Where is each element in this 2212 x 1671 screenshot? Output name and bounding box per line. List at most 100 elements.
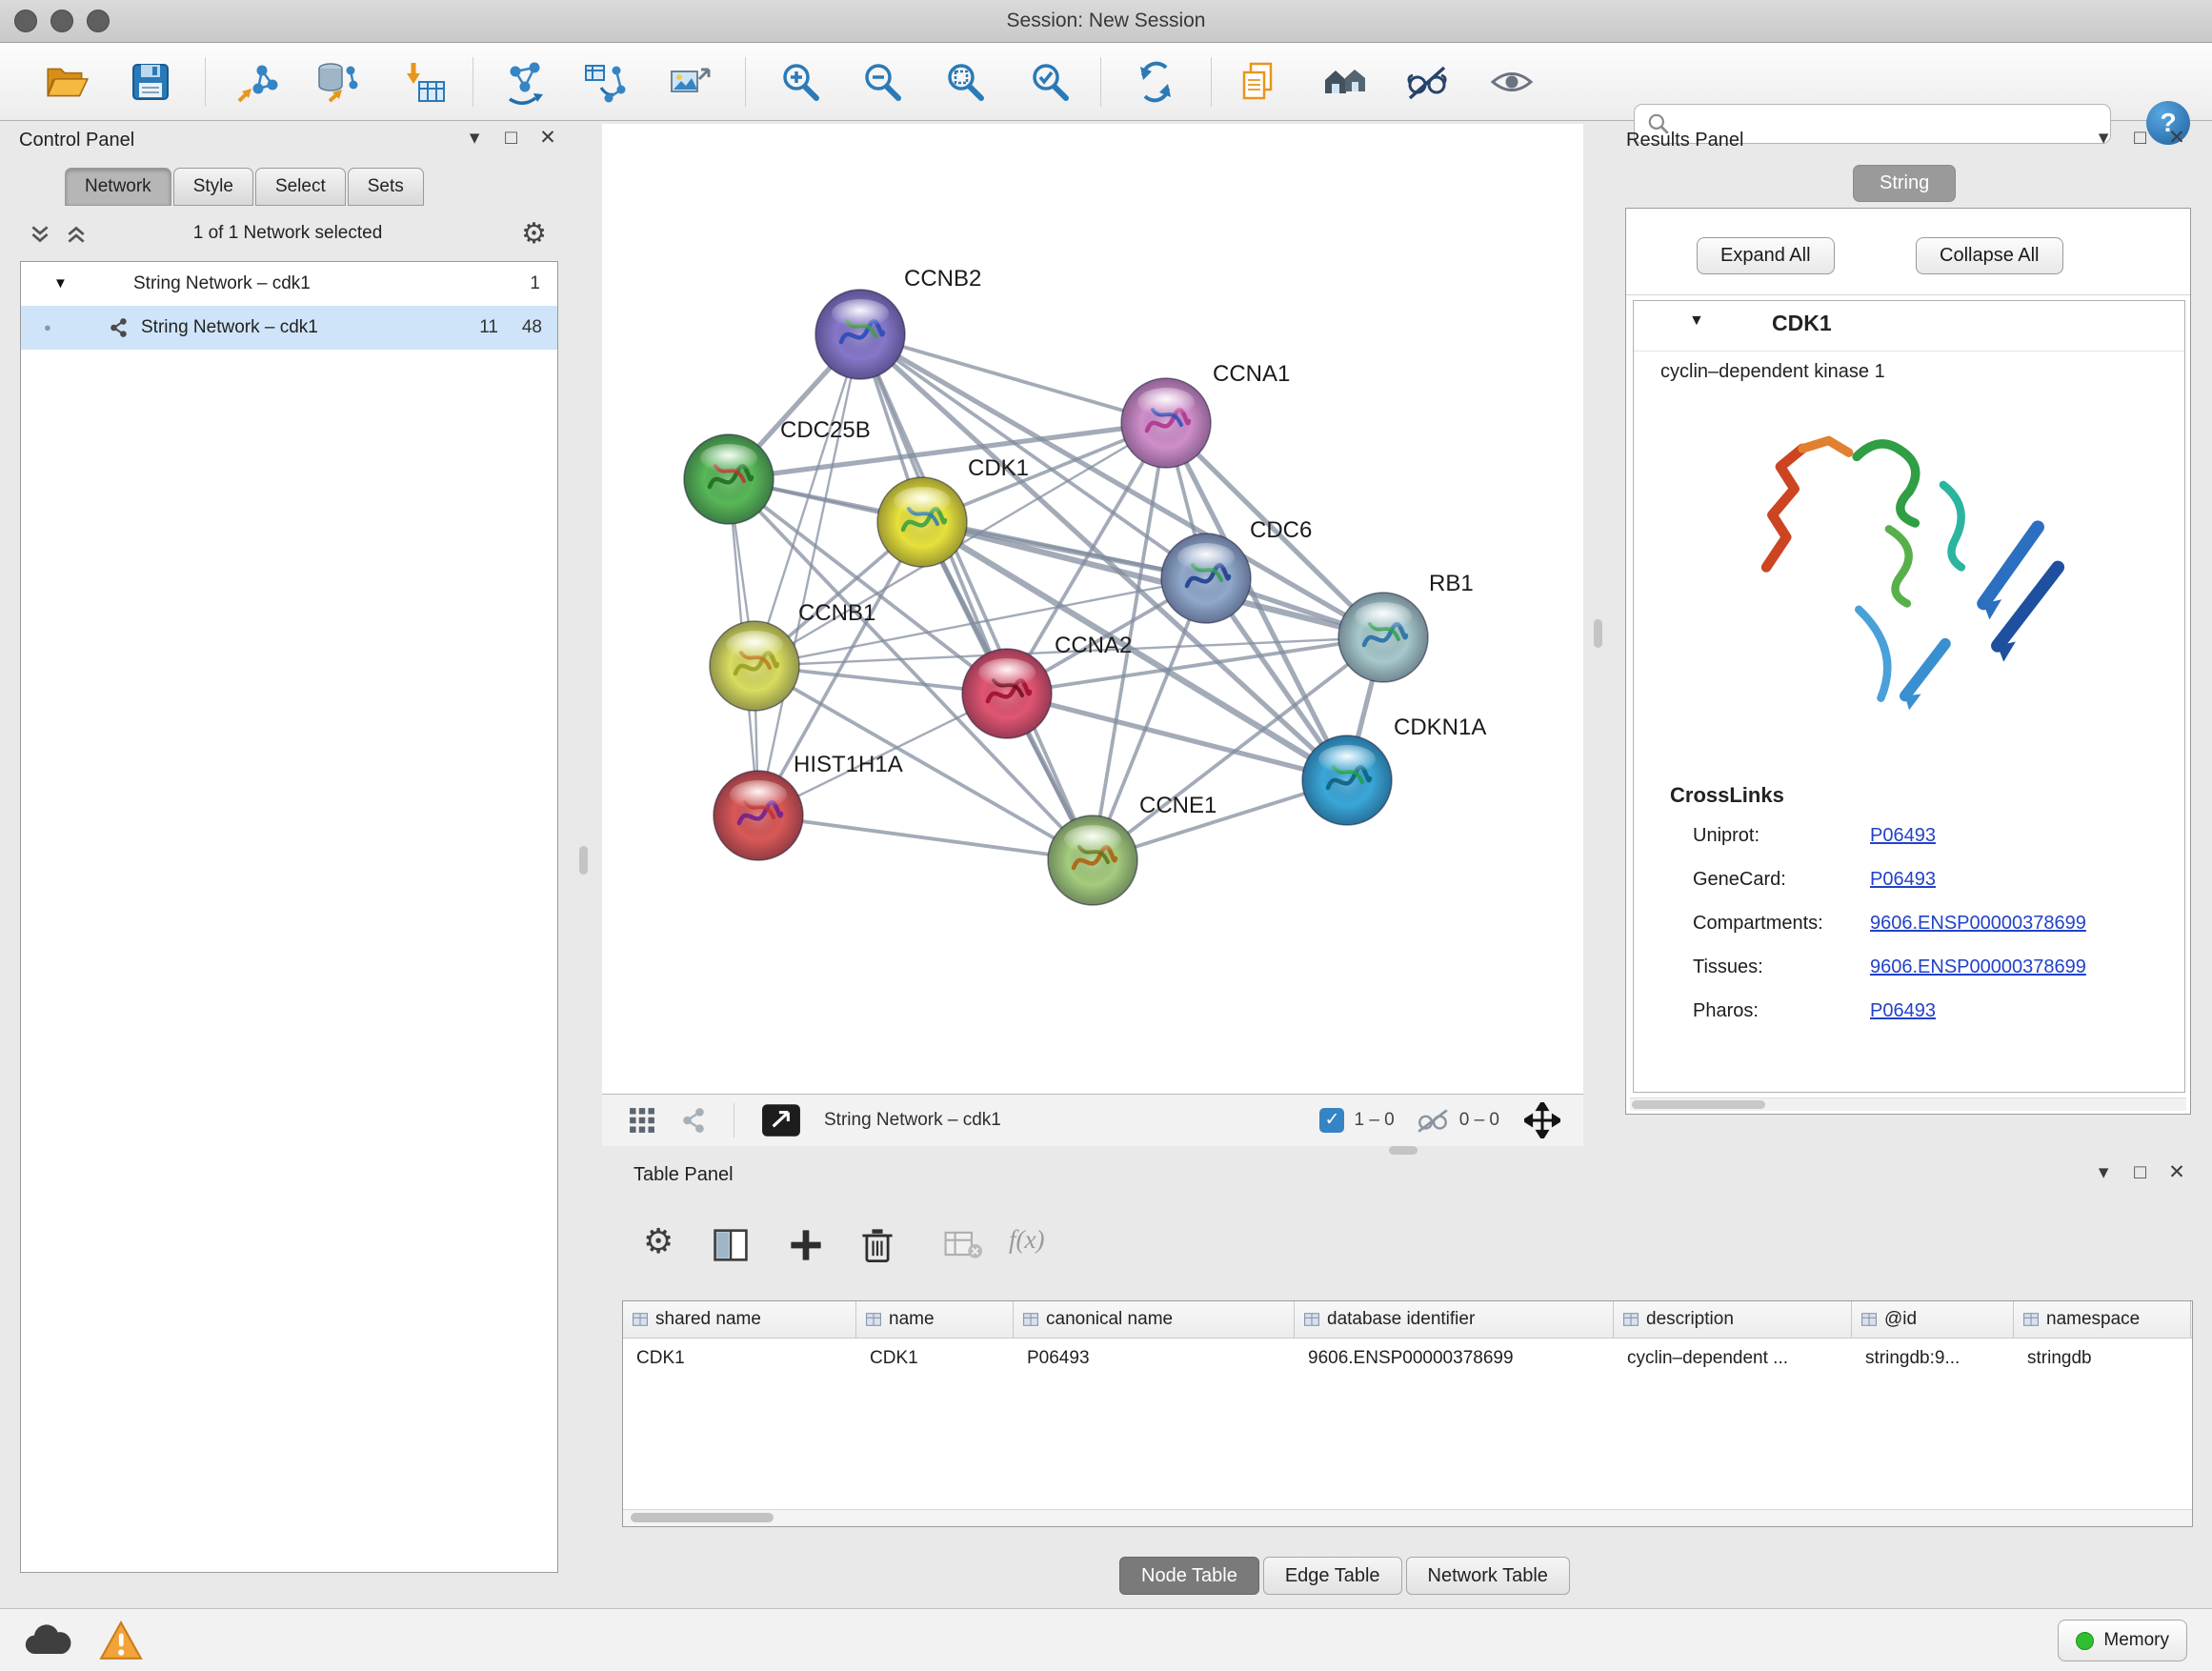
scrollbar-thumb[interactable] (631, 1513, 774, 1522)
splitter-handle[interactable] (1389, 1146, 1418, 1155)
splitter-handle[interactable] (1594, 619, 1602, 648)
panel-close-icon[interactable]: ✕ (532, 126, 564, 150)
table-cell[interactable]: 9606.ENSP00000378699 (1295, 1339, 1614, 1379)
tab-sets[interactable]: Sets (348, 168, 424, 206)
home-networks-icon[interactable] (1318, 55, 1372, 109)
network-edge[interactable] (860, 334, 1093, 860)
network-row-selected[interactable]: ● String Network – cdk1 11 48 (21, 306, 557, 350)
panel-close-icon[interactable]: ✕ (2161, 126, 2193, 150)
expand-all-button[interactable]: Expand All (1697, 237, 1835, 274)
external-view-icon[interactable] (761, 1103, 801, 1137)
zoom-out-icon[interactable] (855, 55, 909, 109)
table-cell[interactable]: stringdb:9... (1852, 1339, 2014, 1379)
string-results-box: Expand All Collapse All ▼ CDK1 cyclin–de… (1625, 208, 2191, 1115)
panel-float-icon[interactable]: □ (495, 127, 528, 150)
column-header-namespace[interactable]: namespace (2014, 1301, 2191, 1338)
main-toolbar: ? (0, 43, 2212, 121)
network-node-CCNE1[interactable] (1048, 815, 1137, 905)
table-cell[interactable]: CDK1 (623, 1339, 856, 1379)
column-header-database-identifier[interactable]: database identifier (1295, 1301, 1614, 1338)
selected-checkbox-icon[interactable]: ✓ (1319, 1108, 1344, 1133)
network-node-CDC6[interactable] (1161, 534, 1251, 623)
apply-layout-icon[interactable] (1129, 55, 1182, 109)
table-horizontal-scrollbar[interactable] (623, 1509, 2192, 1526)
tab-edge-table[interactable]: Edge Table (1263, 1557, 1402, 1595)
table-row[interactable]: CDK1CDK1P064939606.ENSP00000378699cyclin… (623, 1339, 2192, 1379)
gear-icon[interactable]: ⚙ (521, 217, 547, 251)
crosslink-link[interactable]: P06493 (1870, 869, 1936, 891)
column-header-name[interactable]: name (856, 1301, 1014, 1338)
panel-menu-icon[interactable]: ▾ (458, 126, 491, 150)
table-settings-gear-icon[interactable]: ⚙ (643, 1221, 674, 1261)
tab-network-table[interactable]: Network Table (1406, 1557, 1570, 1595)
network-node-CCNA1[interactable] (1121, 378, 1211, 468)
import-network-icon[interactable] (231, 55, 284, 109)
function-builder-icon[interactable]: f(x) (1009, 1225, 1044, 1255)
tab-select[interactable]: Select (255, 168, 346, 206)
zoom-fit-icon[interactable] (938, 55, 992, 109)
panel-menu-icon[interactable]: ▾ (2087, 1160, 2120, 1184)
network-view-icon[interactable] (680, 1107, 707, 1134)
delete-column-trash-icon[interactable] (860, 1226, 895, 1264)
save-session-icon[interactable] (124, 55, 177, 109)
splitter-handle[interactable] (579, 846, 588, 875)
cloud-icon[interactable] (21, 1622, 74, 1659)
zoom-selected-icon[interactable] (1023, 55, 1076, 109)
network-node-CCNA2[interactable] (962, 649, 1052, 738)
collapse-all-button[interactable]: Collapse All (1916, 237, 2063, 274)
network-edge[interactable] (758, 334, 860, 815)
tab-network[interactable]: Network (65, 168, 171, 206)
table-cell[interactable]: P06493 (1014, 1339, 1295, 1379)
copy-documents-icon[interactable] (1233, 55, 1286, 109)
column-header-shared-name[interactable]: shared name (623, 1301, 856, 1338)
string-network-graph[interactable]: CCNB2CCNA1CDC25BCDK1CDC6RB1CCNB1CCNA2CDK… (602, 124, 1583, 1094)
tab-string[interactable]: String (1853, 165, 1956, 202)
new-network-from-table-icon[interactable] (578, 55, 632, 109)
crosslink-link[interactable]: 9606.ENSP00000378699 (1870, 913, 2086, 935)
table-cell[interactable]: cyclin–dependent ... (1614, 1339, 1852, 1379)
clear-table-icon[interactable] (944, 1231, 982, 1259)
grid-view-icon[interactable] (629, 1107, 655, 1134)
zoom-in-icon[interactable] (774, 55, 827, 109)
network-collection-row[interactable]: ▼ String Network – cdk1 1 (21, 262, 557, 306)
warning-icon[interactable] (99, 1621, 143, 1661)
import-table-icon[interactable] (398, 55, 452, 109)
open-session-icon[interactable] (40, 55, 93, 109)
show-eye-icon[interactable] (1485, 55, 1538, 109)
table-cell[interactable]: CDK1 (856, 1339, 1014, 1379)
column-header-canonical-name[interactable]: canonical name (1014, 1301, 1295, 1338)
memory-button[interactable]: Memory (2058, 1620, 2187, 1661)
network-edge[interactable] (758, 815, 1093, 860)
network-node-CDK1[interactable] (877, 477, 967, 567)
import-database-icon[interactable] (311, 55, 364, 109)
network-node-RB1[interactable] (1338, 593, 1428, 682)
new-network-icon[interactable] (498, 55, 552, 109)
export-image-icon[interactable] (663, 55, 716, 109)
disclosure-triangle-icon[interactable]: ▼ (53, 262, 68, 306)
column-header--id[interactable]: @id (1852, 1301, 2014, 1338)
add-column-plus-icon[interactable] (788, 1227, 824, 1263)
tab-style[interactable]: Style (173, 168, 253, 206)
scrollbar-thumb[interactable] (1632, 1100, 1765, 1109)
table-cell[interactable]: stringdb (2014, 1339, 2191, 1379)
panel-float-icon[interactable]: □ (2124, 1161, 2157, 1184)
panel-close-icon[interactable]: ✕ (2161, 1160, 2193, 1184)
section-collapse-icon[interactable]: ▼ (1689, 312, 1704, 330)
panel-float-icon[interactable]: □ (2124, 127, 2157, 150)
pan-crosshair-icon[interactable] (1524, 1102, 1560, 1138)
crosslink-link[interactable]: P06493 (1870, 825, 1936, 847)
show-columns-icon[interactable] (714, 1229, 748, 1261)
panel-menu-icon[interactable]: ▾ (2087, 126, 2120, 150)
column-header-description[interactable]: description (1614, 1301, 1852, 1338)
network-canvas[interactable]: CCNB2CCNA1CDC25BCDK1CDC6RB1CCNB1CCNA2CDK… (602, 124, 1583, 1094)
network-node-HIST1H1A[interactable] (714, 771, 803, 860)
horizontal-scrollbar[interactable] (1630, 1097, 2186, 1111)
network-node-CCNB1[interactable] (710, 621, 799, 711)
network-node-CDKN1A[interactable] (1302, 735, 1392, 825)
network-node-CDC25B[interactable] (684, 434, 774, 524)
crosslink-link[interactable]: 9606.ENSP00000378699 (1870, 956, 2086, 978)
network-node-CCNB2[interactable] (815, 290, 905, 379)
crosslink-link[interactable]: P06493 (1870, 1000, 1936, 1022)
tab-node-table[interactable]: Node Table (1119, 1557, 1259, 1595)
hide-glasses-icon[interactable] (1400, 55, 1454, 109)
